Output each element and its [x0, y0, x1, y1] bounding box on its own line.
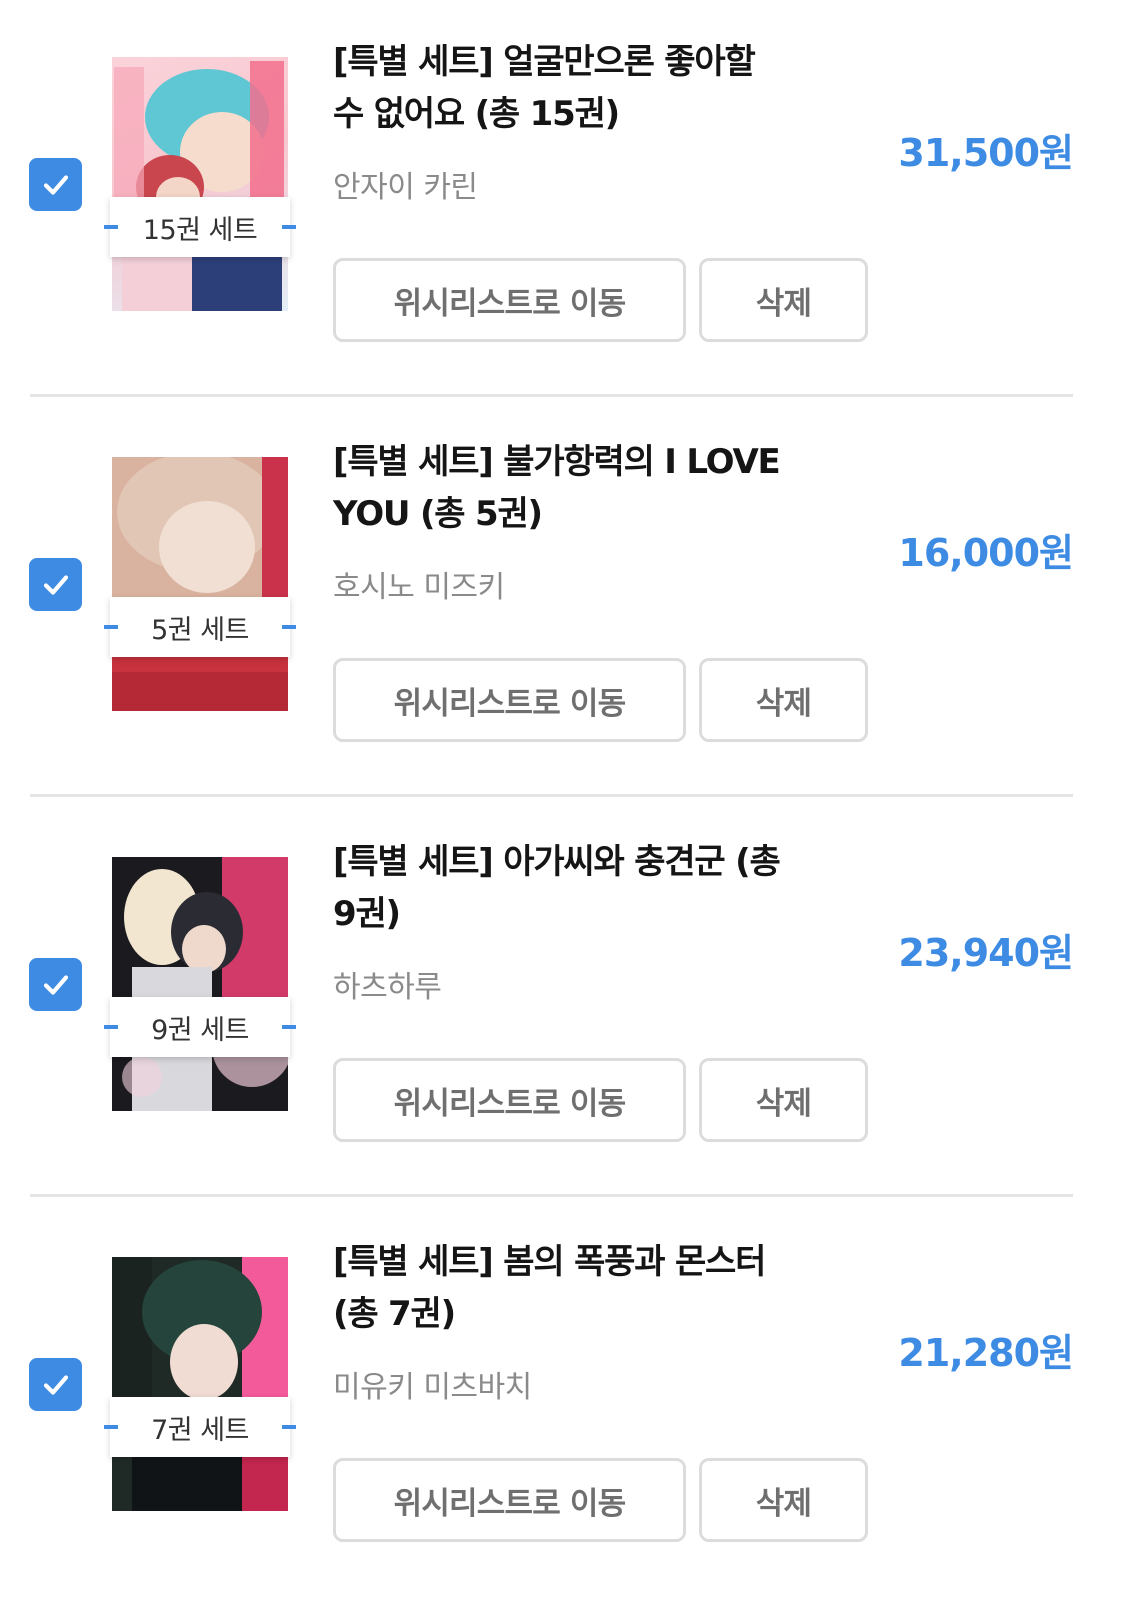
- set-badge: 5권 세트: [104, 597, 296, 657]
- cart-item: 5권 세트 [특별 세트] 불가항력의 I LOVE YOU (총 5권) 호시…: [0, 400, 1125, 800]
- move-to-wishlist-button[interactable]: 위시리스트로 이동: [333, 1458, 686, 1542]
- set-badge-label: 15권 세트: [142, 214, 258, 246]
- checkmark-icon: [43, 174, 68, 195]
- set-badge: 9권 세트: [104, 997, 296, 1057]
- cart-item: 7권 세트 [특별 세트] 봄의 폭풍과 몬스터 (총 7권) 미유키 미츠바치…: [0, 1200, 1125, 1600]
- product-price: 23,940원: [898, 931, 1074, 975]
- delete-button[interactable]: 삭제: [699, 1458, 868, 1542]
- product-title[interactable]: [특별 세트] 아가씨와 충견군 (총 9권): [333, 836, 793, 940]
- product-author: 미유키 미츠바치: [333, 1370, 532, 1405]
- product-price: 16,000원: [898, 531, 1074, 575]
- item-checkbox[interactable]: [29, 1358, 82, 1411]
- move-to-wishlist-button[interactable]: 위시리스트로 이동: [333, 1058, 686, 1142]
- delete-button[interactable]: 삭제: [699, 1058, 868, 1142]
- book-cover[interactable]: [112, 1257, 288, 1511]
- cart-list: 15권 세트 [특별 세트] 얼굴만으론 좋아할 수 없어요 (총 15권) 안…: [0, 0, 1125, 1600]
- move-to-wishlist-button[interactable]: 위시리스트로 이동: [333, 258, 686, 342]
- product-author: 안자이 카린: [333, 170, 478, 205]
- set-badge-label: 5권 세트: [151, 614, 249, 646]
- move-to-wishlist-button[interactable]: 위시리스트로 이동: [333, 658, 686, 742]
- checkmark-icon: [43, 974, 68, 995]
- product-author: 호시노 미즈키: [333, 570, 505, 605]
- product-title[interactable]: [특별 세트] 얼굴만으론 좋아할 수 없어요 (총 15권): [333, 36, 793, 140]
- product-title[interactable]: [특별 세트] 불가항력의 I LOVE YOU (총 5권): [333, 436, 793, 540]
- set-badge: 15권 세트: [104, 197, 296, 257]
- set-badge-label: 7권 세트: [151, 1414, 249, 1446]
- book-cover[interactable]: [112, 457, 288, 711]
- delete-button[interactable]: 삭제: [699, 258, 868, 342]
- checkmark-icon: [43, 574, 68, 595]
- book-cover[interactable]: [112, 57, 288, 311]
- product-author: 하츠하루: [333, 970, 442, 1005]
- set-badge: 7권 세트: [104, 1397, 296, 1457]
- item-checkbox[interactable]: [29, 958, 82, 1011]
- item-divider: [30, 394, 1073, 397]
- item-divider: [30, 1194, 1073, 1197]
- item-checkbox[interactable]: [29, 158, 82, 211]
- cart-item: 15권 세트 [특별 세트] 얼굴만으론 좋아할 수 없어요 (총 15권) 안…: [0, 0, 1125, 400]
- set-badge-label: 9권 세트: [151, 1014, 249, 1046]
- product-title[interactable]: [특별 세트] 봄의 폭풍과 몬스터 (총 7권): [333, 1236, 793, 1340]
- delete-button[interactable]: 삭제: [699, 658, 868, 742]
- book-cover[interactable]: [112, 857, 288, 1111]
- checkmark-icon: [43, 1374, 68, 1395]
- product-price: 21,280원: [898, 1331, 1074, 1375]
- cart-item: 9권 세트 [특별 세트] 아가씨와 충견군 (총 9권) 하츠하루 23,94…: [0, 800, 1125, 1200]
- item-divider: [30, 794, 1073, 797]
- product-price: 31,500원: [898, 131, 1074, 175]
- item-checkbox[interactable]: [29, 558, 82, 611]
